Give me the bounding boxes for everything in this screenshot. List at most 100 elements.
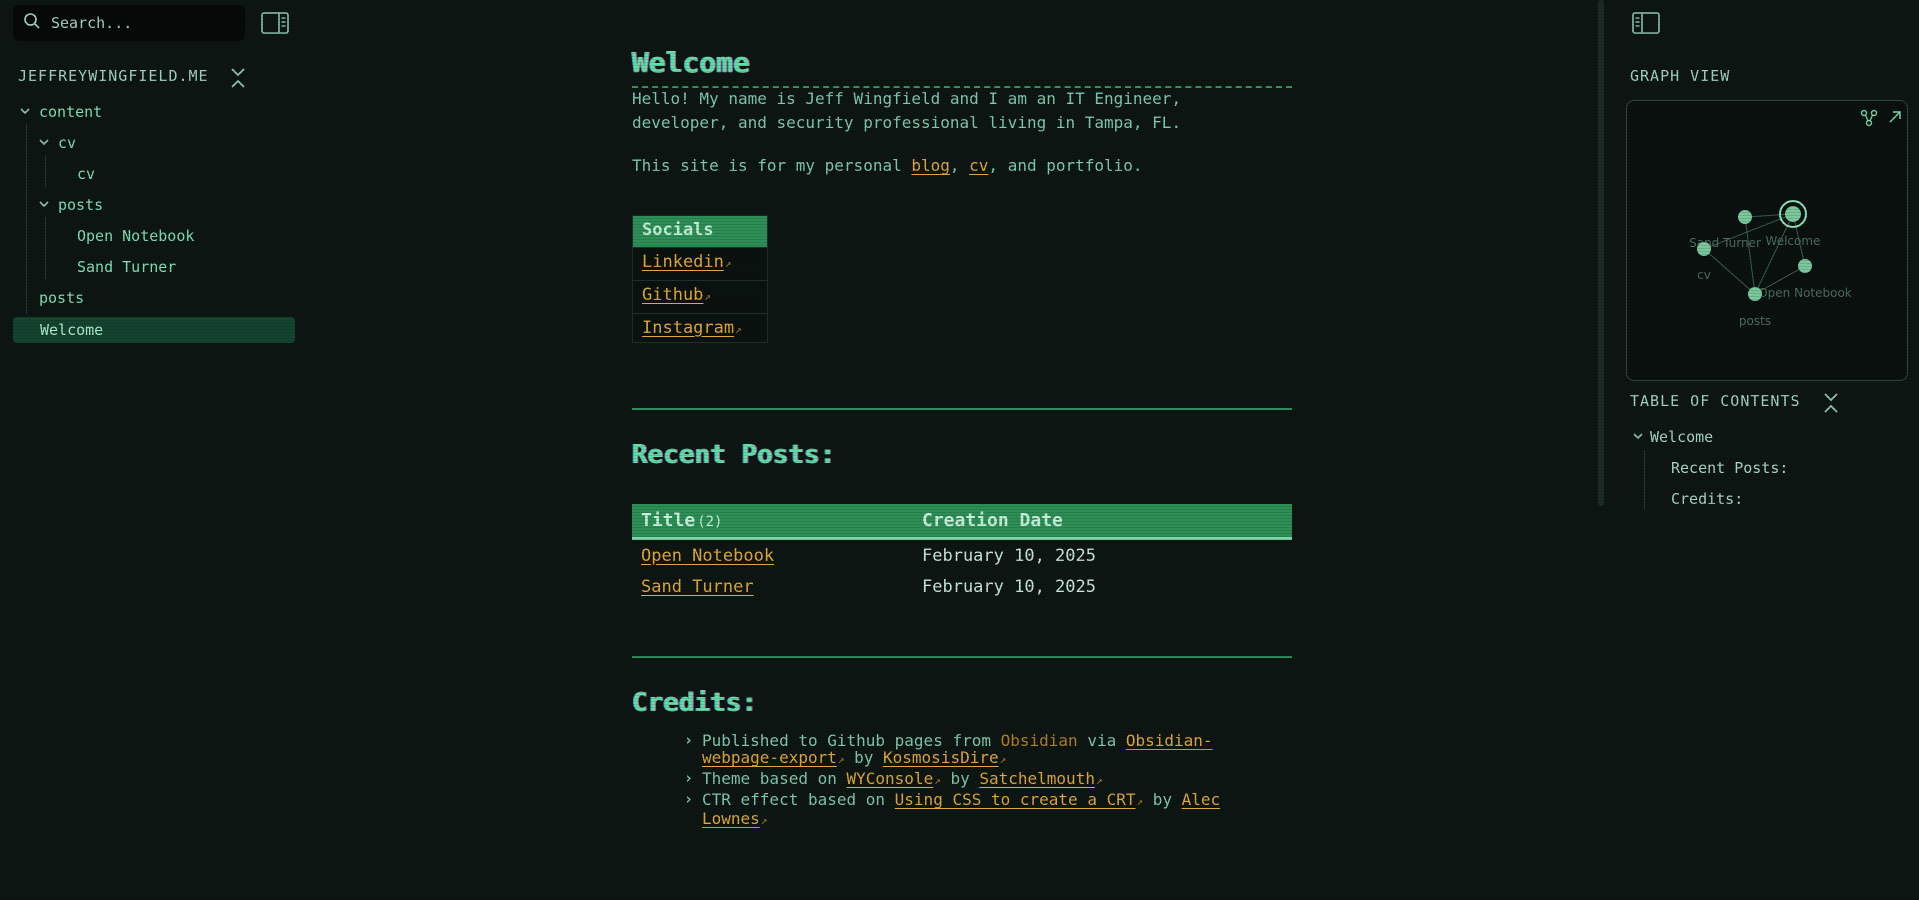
graph-node-label: posts (1739, 314, 1771, 328)
external-link-icon: ↗ (760, 814, 768, 827)
left-sidebar: Search... JEFFREYWINGFIELD.ME content cv… (0, 0, 300, 900)
toc-label: Credits: (1671, 490, 1744, 508)
tree-guide (26, 124, 27, 314)
search-icon (23, 12, 41, 34)
section-divider (632, 408, 1292, 410)
post-date: February 10, 2025 (922, 545, 1096, 566)
toc-item-credits[interactable]: Credits: (1671, 490, 1743, 508)
search-input[interactable]: Search... (13, 5, 245, 41)
tree-guide (45, 217, 46, 279)
toc-guide (1644, 450, 1645, 510)
credits-heading: Credits: (632, 688, 758, 718)
sidebar-toggle-icon[interactable] (1632, 12, 1660, 38)
chevron-down-icon (19, 103, 33, 121)
credits-list: › Published to Github pages from Obsidia… (684, 732, 1244, 831)
list-item: › Theme based on WYConsole↗ by Satchelmo… (684, 770, 1244, 789)
blog-link[interactable]: blog (911, 156, 950, 175)
instagram-link[interactable]: Instagram (642, 318, 734, 338)
text: by (844, 748, 884, 767)
intro-line: Hello! My name is Jeff Wingfield and I a… (632, 89, 1182, 108)
tree-file-open-notebook[interactable]: Open Notebook (77, 225, 194, 247)
tree-file-posts[interactable]: posts (39, 287, 84, 309)
toc-label: Welcome (1650, 428, 1714, 446)
text: by (1143, 790, 1182, 809)
obsidian-link[interactable]: Obsidian (1001, 731, 1078, 750)
external-link-icon: ↗ (724, 257, 732, 270)
graph-canvas: Welcome Sand Turner cv Open Notebook pos… (1689, 200, 1852, 328)
socials-header: Socials (633, 216, 767, 248)
tree-folder-cv[interactable]: cv (38, 132, 76, 154)
tree-folder-content[interactable]: content (19, 101, 102, 123)
table-header: Title (2) Creation Date (632, 504, 1292, 540)
toc-label: Recent Posts: (1671, 459, 1789, 477)
section-divider (632, 656, 1292, 658)
tree-folder-posts[interactable]: posts (38, 194, 103, 216)
socials-row: Linkedin↗ (633, 248, 767, 281)
column-label: Title (641, 510, 696, 531)
github-link[interactable]: Github (642, 285, 703, 305)
graph-node-label: Welcome (1766, 234, 1821, 248)
socials-table: Socials Linkedin↗ Github↗ Instagram↗ (632, 215, 768, 343)
main-content: Welcome Hello! My name is Jeff Wingfield… (632, 0, 1292, 900)
graph-node-label: Open Notebook (1758, 286, 1852, 300)
crt-article-link[interactable]: Using CSS to create a CRT (895, 790, 1136, 809)
intro-line: developer, and security professional liv… (632, 113, 1182, 132)
graph-view[interactable]: Welcome Sand Turner cv Open Notebook pos… (1626, 100, 1908, 381)
graph-node-open-notebook[interactable]: Open Notebook (1758, 259, 1852, 300)
chevron-down-icon (38, 134, 52, 152)
graph-node-label: cv (1697, 268, 1711, 282)
graph-node-cv[interactable]: cv (1697, 242, 1711, 282)
graph-node-welcome[interactable]: Welcome (1766, 200, 1821, 248)
socials-row: Github↗ (633, 281, 767, 314)
satchelmouth-link[interactable]: Satchelmouth (979, 769, 1095, 788)
linkedin-link[interactable]: Linkedin (642, 252, 724, 272)
external-link-icon: ↗ (704, 290, 712, 303)
external-link-icon: ↗ (934, 774, 941, 787)
toc-item-welcome[interactable]: Welcome (1632, 428, 1713, 446)
intro-paragraph: Hello! My name is Jeff Wingfield and I a… (632, 87, 1292, 135)
tree-label: Welcome (40, 321, 104, 339)
toc-item-recent-posts[interactable]: Recent Posts: (1671, 459, 1788, 477)
graph-view-title: GRAPH VIEW (1630, 67, 1731, 85)
tree-file-cv[interactable]: cv (77, 163, 95, 185)
tree-label: posts (39, 289, 85, 307)
recent-posts-heading: Recent Posts: (632, 440, 836, 470)
post-link[interactable]: Sand Turner (641, 577, 754, 597)
external-link-icon: ↗ (999, 753, 1007, 766)
socials-row: Instagram↗ (633, 314, 767, 342)
tree-guide (45, 155, 46, 187)
toc-title: TABLE OF CONTENTS (1630, 392, 1801, 410)
table-row: Open Notebook February 10, 2025 (632, 540, 1292, 571)
date-column-header[interactable]: Creation Date (922, 510, 1063, 531)
external-link-icon: ↗ (1095, 774, 1103, 787)
title-column-header[interactable]: Title (2) (632, 510, 922, 531)
list-item: › CTR effect based on Using CSS to creat… (684, 791, 1244, 829)
list-item: › Published to Github pages from Obsidia… (684, 732, 1244, 768)
tree-file-sand-turner[interactable]: Sand Turner (77, 256, 176, 278)
tree-label: Sand Turner (77, 258, 177, 276)
sidebar-toggle-icon[interactable] (261, 12, 289, 38)
chevron-down-icon (1632, 428, 1644, 446)
site-title[interactable]: JEFFREYWINGFIELD.ME (18, 67, 209, 85)
site-purpose-paragraph: This site is for my personal blog, cv, a… (632, 154, 1292, 178)
right-sidebar: GRAPH VIEW Welcome Sand Turner cv Open N… (1610, 0, 1919, 900)
tree-file-welcome-active[interactable]: Welcome (13, 317, 295, 343)
table-row: Sand Turner February 10, 2025 (632, 571, 1292, 602)
recent-posts-table: Title (2) Creation Date Open Notebook Feb… (632, 504, 1292, 602)
chevron-down-icon (38, 196, 52, 214)
post-count: (2) (697, 514, 723, 530)
cv-link[interactable]: cv (969, 156, 988, 175)
collapse-all-icon[interactable] (1822, 392, 1840, 418)
collapse-all-icon[interactable] (229, 67, 247, 93)
wyconsole-link[interactable]: WYConsole (847, 769, 934, 788)
post-link[interactable]: Open Notebook (641, 546, 774, 566)
text: This site is for my personal (632, 156, 912, 175)
main-scrollbar[interactable] (1598, 0, 1604, 506)
text: , (949, 156, 970, 175)
search-placeholder: Search... (51, 14, 133, 32)
tree-label: Open Notebook (77, 227, 195, 245)
kosmosisdire-link[interactable]: KosmosisDire (883, 748, 999, 767)
text: , and portfolio. (988, 156, 1143, 175)
text: by (940, 769, 980, 788)
chevron-right-icon: › (684, 731, 694, 749)
